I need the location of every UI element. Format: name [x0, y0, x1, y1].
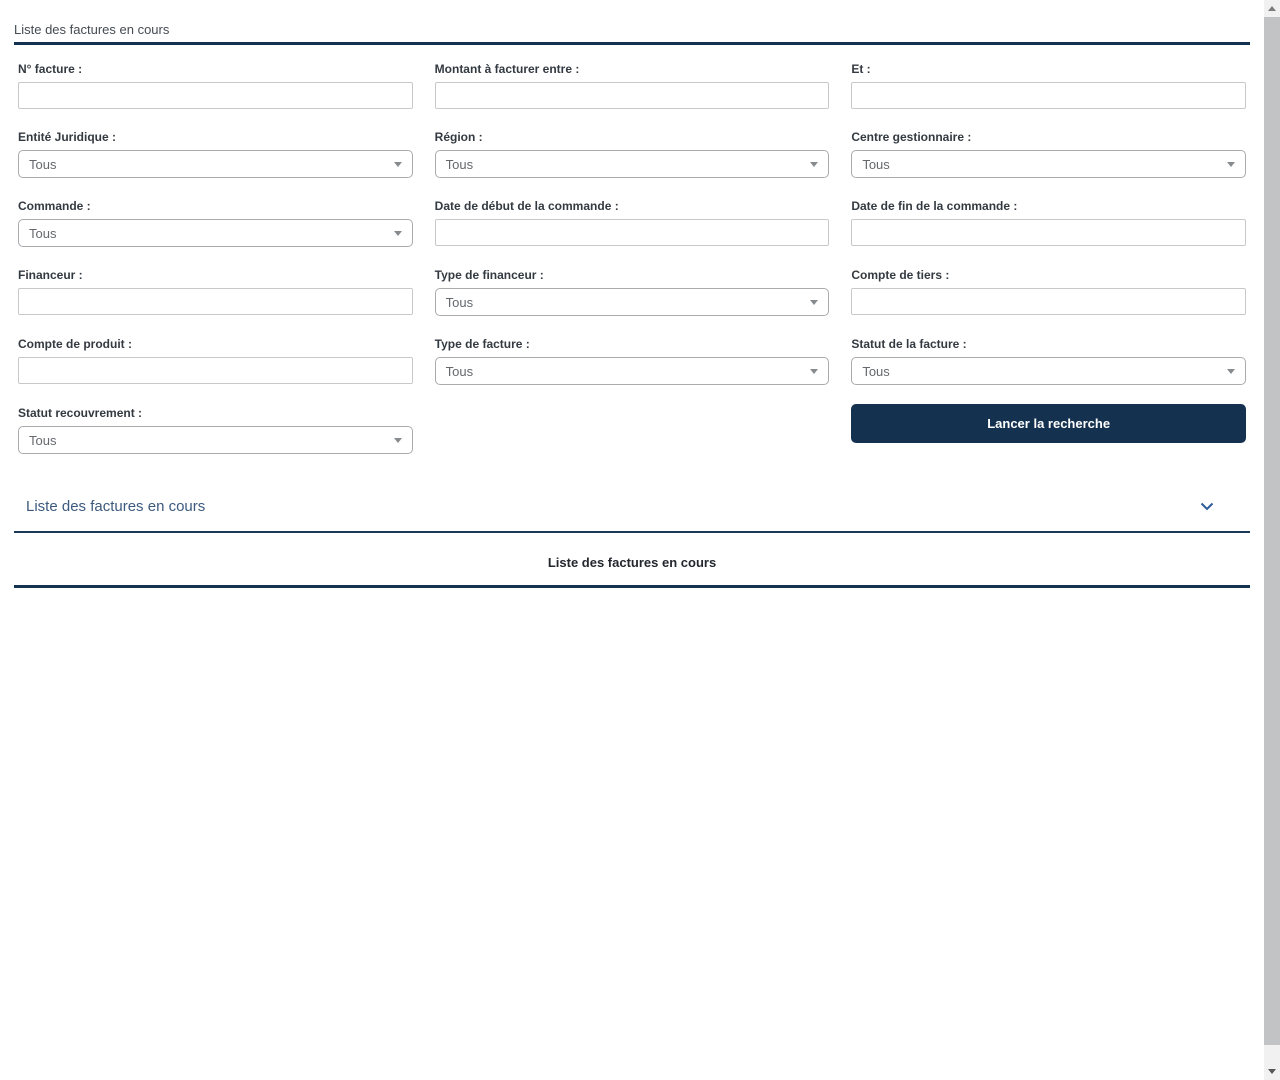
select-value: Tous — [862, 157, 889, 172]
montant-entre-label: Montant à facturer entre : — [435, 62, 830, 76]
type-financeur-label: Type de financeur : — [435, 268, 830, 282]
field-region: Région : Tous — [435, 130, 830, 178]
table-title-underline — [14, 585, 1250, 588]
chevron-down-icon — [1227, 369, 1235, 374]
field-montant-entre: Montant à facturer entre : — [435, 62, 830, 109]
commande-select[interactable]: Tous — [18, 219, 413, 247]
field-centre-gestionnaire: Centre gestionnaire : Tous — [851, 130, 1246, 178]
field-statut-facture: Statut de la facture : Tous — [851, 337, 1246, 385]
field-n-facture: N° facture : — [18, 62, 413, 109]
chevron-down-icon — [394, 438, 402, 443]
financeur-label: Financeur : — [18, 268, 413, 282]
compte-tiers-input[interactable] — [851, 288, 1246, 315]
chevron-down-icon — [394, 162, 402, 167]
chevron-down-icon[interactable] — [1200, 502, 1214, 511]
et-input[interactable] — [851, 82, 1246, 109]
scrollbar-thumb[interactable] — [1264, 17, 1280, 1045]
statut-facture-label: Statut de la facture : — [851, 337, 1246, 351]
region-select[interactable]: Tous — [435, 150, 830, 178]
date-debut-commande-input[interactable] — [435, 219, 830, 246]
field-entite-juridique: Entité Juridique : Tous — [18, 130, 413, 178]
date-debut-commande-label: Date de début de la commande : — [435, 199, 830, 213]
field-date-fin-commande: Date de fin de la commande : — [851, 199, 1246, 247]
field-et: Et : — [851, 62, 1246, 109]
select-value: Tous — [29, 433, 56, 448]
field-compte-tiers: Compte de tiers : — [851, 268, 1246, 316]
compte-tiers-label: Compte de tiers : — [851, 268, 1246, 282]
statut-recouvrement-label: Statut recouvrement : — [18, 406, 413, 420]
compte-produit-input[interactable] — [18, 357, 413, 384]
financeur-input[interactable] — [18, 288, 413, 315]
field-type-financeur: Type de financeur : Tous — [435, 268, 830, 316]
n-facture-input[interactable] — [18, 82, 413, 109]
commande-label: Commande : — [18, 199, 413, 213]
et-label: Et : — [851, 62, 1246, 76]
results-panel-title: Liste des factures en cours — [26, 498, 205, 515]
field-financeur: Financeur : — [18, 268, 413, 316]
invoice-filter-form: N° facture : Montant à facturer entre : … — [14, 62, 1250, 475]
chevron-down-icon — [810, 369, 818, 374]
chevron-down-icon — [394, 231, 402, 236]
panel-divider — [14, 531, 1250, 533]
select-value: Tous — [446, 295, 473, 310]
results-panel-header[interactable]: Liste des factures en cours — [14, 491, 1250, 521]
results-table-title: Liste des factures en cours — [14, 555, 1250, 570]
page-title: Liste des factures en cours — [14, 22, 1250, 37]
statut-facture-select[interactable]: Tous — [851, 357, 1246, 385]
statut-recouvrement-select[interactable]: Tous — [18, 426, 413, 454]
date-fin-commande-input[interactable] — [851, 219, 1246, 246]
scrollbar-down-arrow-icon[interactable] — [1264, 1063, 1280, 1080]
compte-produit-label: Compte de produit : — [18, 337, 413, 351]
date-fin-commande-label: Date de fin de la commande : — [851, 199, 1246, 213]
chevron-down-icon — [1227, 162, 1235, 167]
field-compte-produit: Compte de produit : — [18, 337, 413, 385]
entite-juridique-select[interactable]: Tous — [18, 150, 413, 178]
select-value: Tous — [29, 157, 56, 172]
select-value: Tous — [446, 157, 473, 172]
field-statut-recouvrement: Statut recouvrement : Tous — [18, 406, 413, 454]
vertical-scrollbar[interactable] — [1264, 0, 1280, 1080]
page-content: Liste des factures en cours N° facture :… — [14, 0, 1250, 588]
centre-gestionnaire-label: Centre gestionnaire : — [851, 130, 1246, 144]
type-facture-label: Type de facture : — [435, 337, 830, 351]
field-date-debut-commande: Date de début de la commande : — [435, 199, 830, 247]
entite-juridique-label: Entité Juridique : — [18, 130, 413, 144]
empty-cell — [435, 406, 830, 454]
select-value: Tous — [446, 364, 473, 379]
type-facture-select[interactable]: Tous — [435, 357, 830, 385]
search-button[interactable]: Lancer la recherche — [851, 404, 1246, 443]
chevron-down-icon — [810, 162, 818, 167]
title-underline — [14, 42, 1250, 45]
field-type-facture: Type de facture : Tous — [435, 337, 830, 385]
n-facture-label: N° facture : — [18, 62, 413, 76]
region-label: Région : — [435, 130, 830, 144]
chevron-down-icon — [810, 300, 818, 305]
field-commande: Commande : Tous — [18, 199, 413, 247]
type-financeur-select[interactable]: Tous — [435, 288, 830, 316]
select-value: Tous — [862, 364, 889, 379]
search-button-cell: Lancer la recherche — [851, 406, 1246, 454]
select-value: Tous — [29, 226, 56, 241]
montant-entre-input[interactable] — [435, 82, 830, 109]
scrollbar-up-arrow-icon[interactable] — [1264, 0, 1280, 17]
centre-gestionnaire-select[interactable]: Tous — [851, 150, 1246, 178]
